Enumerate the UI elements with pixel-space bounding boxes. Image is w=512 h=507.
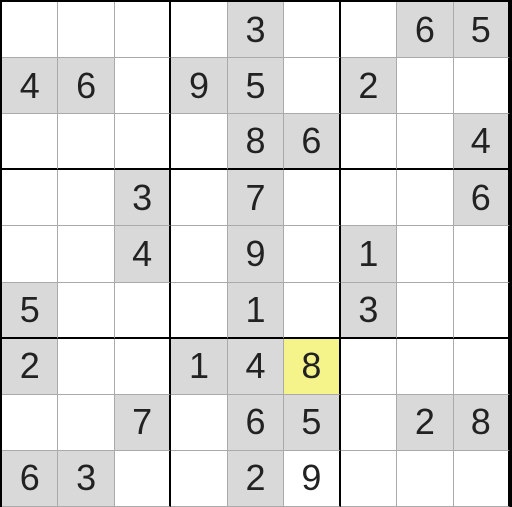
cell-r0-c6[interactable] [341, 2, 397, 58]
cell-r3-c1[interactable] [58, 170, 114, 226]
cell-r0-c4[interactable]: 3 [228, 2, 284, 58]
cell-r0-c0[interactable] [2, 2, 58, 58]
cell-r3-c0[interactable] [2, 170, 58, 226]
cell-r5-c6[interactable]: 3 [341, 283, 397, 339]
cell-r3-c5[interactable] [284, 170, 340, 226]
cell-r0-c1[interactable] [58, 2, 114, 58]
cell-r5-c8[interactable] [454, 283, 510, 339]
cell-r6-c3[interactable]: 1 [171, 339, 227, 395]
cell-r3-c7[interactable] [397, 170, 453, 226]
cell-r4-c8[interactable] [454, 226, 510, 282]
cell-r4-c1[interactable] [58, 226, 114, 282]
cell-r4-c5[interactable] [284, 226, 340, 282]
cell-r6-c2[interactable] [115, 339, 171, 395]
cell-r5-c3[interactable] [171, 283, 227, 339]
cell-r0-c2[interactable] [115, 2, 171, 58]
cell-r7-c5[interactable]: 5 [284, 395, 340, 451]
cell-r8-c5[interactable]: 9 [284, 451, 340, 507]
cell-r4-c7[interactable] [397, 226, 453, 282]
cell-r5-c7[interactable] [397, 283, 453, 339]
cell-r0-c5[interactable] [284, 2, 340, 58]
cell-r7-c1[interactable] [58, 395, 114, 451]
cell-r5-c2[interactable] [115, 283, 171, 339]
cell-r4-c4[interactable]: 9 [228, 226, 284, 282]
cell-r6-c1[interactable] [58, 339, 114, 395]
sudoku-board: 365469528643764915132148765286329 [0, 0, 512, 507]
cell-r1-c2[interactable] [115, 58, 171, 114]
cell-r4-c2[interactable]: 4 [115, 226, 171, 282]
cell-r4-c6[interactable]: 1 [341, 226, 397, 282]
cell-r5-c4[interactable]: 1 [228, 283, 284, 339]
cell-r8-c3[interactable] [171, 451, 227, 507]
cell-r8-c4[interactable]: 2 [228, 451, 284, 507]
cell-r8-c8[interactable] [454, 451, 510, 507]
cell-r5-c0[interactable]: 5 [2, 283, 58, 339]
cell-r1-c8[interactable] [454, 58, 510, 114]
cell-r2-c4[interactable]: 8 [228, 114, 284, 170]
cell-r7-c7[interactable]: 2 [397, 395, 453, 451]
cell-r8-c7[interactable] [397, 451, 453, 507]
cell-r3-c3[interactable] [171, 170, 227, 226]
cell-r1-c7[interactable] [397, 58, 453, 114]
cell-r4-c3[interactable] [171, 226, 227, 282]
cell-r2-c2[interactable] [115, 114, 171, 170]
cell-r2-c8[interactable]: 4 [454, 114, 510, 170]
cell-r6-c6[interactable] [341, 339, 397, 395]
cell-r0-c7[interactable]: 6 [397, 2, 453, 58]
cell-r2-c1[interactable] [58, 114, 114, 170]
cell-r2-c3[interactable] [171, 114, 227, 170]
cell-r7-c2[interactable]: 7 [115, 395, 171, 451]
cell-r2-c7[interactable] [397, 114, 453, 170]
cell-r4-c0[interactable] [2, 226, 58, 282]
cell-r1-c0[interactable]: 4 [2, 58, 58, 114]
cell-r2-c5[interactable]: 6 [284, 114, 340, 170]
cell-r3-c2[interactable]: 3 [115, 170, 171, 226]
cell-r1-c5[interactable] [284, 58, 340, 114]
cell-r0-c3[interactable] [171, 2, 227, 58]
cell-r3-c4[interactable]: 7 [228, 170, 284, 226]
cell-r2-c0[interactable] [2, 114, 58, 170]
cell-r7-c0[interactable] [2, 395, 58, 451]
cell-r8-c1[interactable]: 3 [58, 451, 114, 507]
cell-r6-c7[interactable] [397, 339, 453, 395]
cell-r8-c2[interactable] [115, 451, 171, 507]
cell-r7-c8[interactable]: 8 [454, 395, 510, 451]
cell-r7-c3[interactable] [171, 395, 227, 451]
cell-r5-c5[interactable] [284, 283, 340, 339]
cell-r7-c6[interactable] [341, 395, 397, 451]
cell-r3-c8[interactable]: 6 [454, 170, 510, 226]
cell-r0-c8[interactable]: 5 [454, 2, 510, 58]
cell-r1-c1[interactable]: 6 [58, 58, 114, 114]
cell-r6-c5[interactable]: 8 [284, 339, 340, 395]
cell-r8-c6[interactable] [341, 451, 397, 507]
cell-r1-c6[interactable]: 2 [341, 58, 397, 114]
cell-r1-c3[interactable]: 9 [171, 58, 227, 114]
cell-r8-c0[interactable]: 6 [2, 451, 58, 507]
cell-r2-c6[interactable] [341, 114, 397, 170]
cell-r6-c8[interactable] [454, 339, 510, 395]
cell-r5-c1[interactable] [58, 283, 114, 339]
cell-r7-c4[interactable]: 6 [228, 395, 284, 451]
cell-r3-c6[interactable] [341, 170, 397, 226]
cell-r6-c0[interactable]: 2 [2, 339, 58, 395]
cell-r6-c4[interactable]: 4 [228, 339, 284, 395]
cell-r1-c4[interactable]: 5 [228, 58, 284, 114]
